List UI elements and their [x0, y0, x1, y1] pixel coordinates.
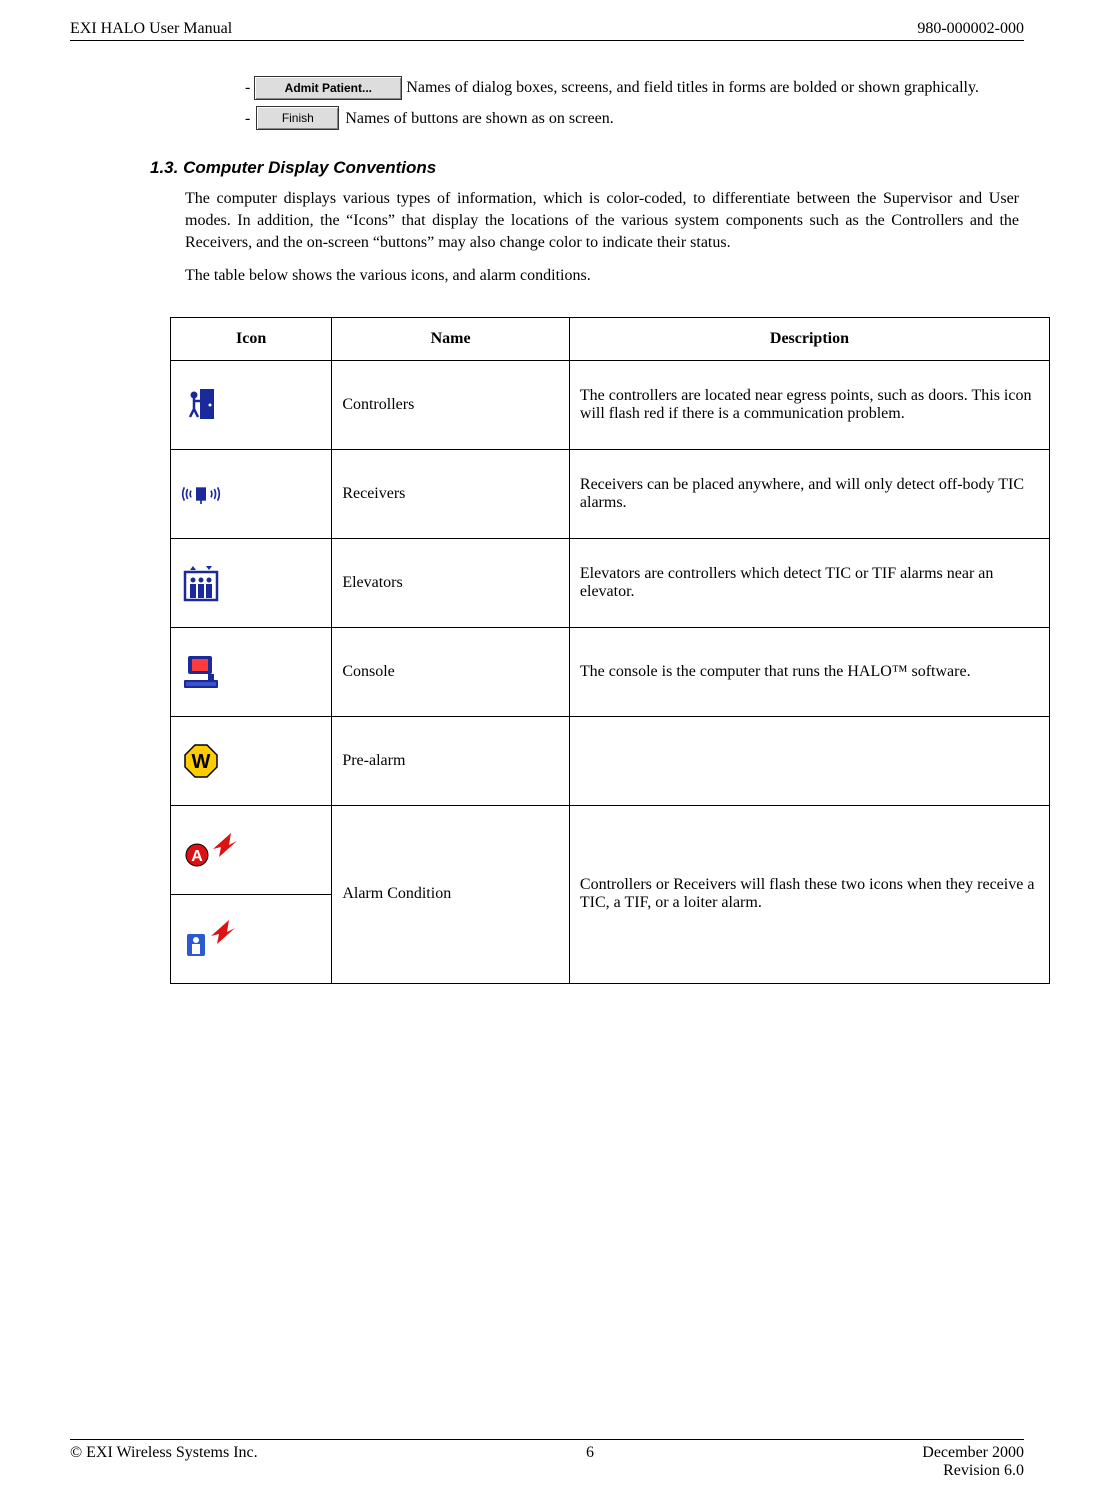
page-header: EXI HALO User Manual 980-000002-000 — [70, 20, 1024, 41]
svg-text:W: W — [192, 751, 211, 773]
header-right: 980-000002-000 — [917, 20, 1024, 38]
convention-line-1: - Admit Patient... Names of dialog boxes… — [245, 76, 1024, 100]
dash2: - — [245, 107, 250, 130]
convention-text-2: Names of buttons are shown as on screen. — [345, 107, 613, 130]
table-row: Elevators Elevators are controllers whic… — [171, 538, 1050, 627]
console-icon — [181, 652, 221, 692]
paragraph-1: The computer displays various types of i… — [185, 188, 1019, 253]
row-desc: Receivers can be placed anywhere, and wi… — [569, 449, 1049, 538]
finish-button-graphic: Finish — [256, 106, 339, 130]
th-icon: Icon — [171, 317, 332, 360]
admit-patient-button-graphic: Admit Patient... — [254, 76, 402, 100]
page-footer: © EXI Wireless Systems Inc. 6 December 2… — [70, 1439, 1024, 1480]
table-row: Receivers Receivers can be placed anywhe… — [171, 449, 1050, 538]
table-row: A Alarm Condition Controllers or Receive… — [171, 805, 1050, 894]
section-heading: 1.3. Computer Display Conventions — [150, 158, 1024, 178]
row-desc: The controllers are located near egress … — [569, 360, 1049, 449]
table-row: Console The console is the computer that… — [171, 627, 1050, 716]
convention-line-2: - Finish Names of buttons are shown as o… — [245, 106, 1024, 130]
alarm-person-icon — [181, 919, 241, 959]
table-row: W Pre-alarm — [171, 716, 1050, 805]
dash1: - — [245, 79, 250, 96]
icon-table: Icon Name Description Controllers — [170, 317, 1050, 984]
convention-text-1: Names of dialog boxes, screens, and fiel… — [406, 79, 979, 96]
row-name: Alarm Condition — [332, 805, 570, 983]
receiver-icon — [181, 474, 221, 514]
th-desc: Description — [569, 317, 1049, 360]
svg-text:A: A — [191, 848, 203, 865]
row-name: Receivers — [332, 449, 570, 538]
alarm-a-icon: A — [181, 830, 241, 870]
th-name: Name — [332, 317, 570, 360]
pre-alarm-icon: W — [181, 741, 221, 781]
elevator-icon — [181, 563, 221, 603]
row-name: Pre-alarm — [332, 716, 570, 805]
row-desc: Elevators are controllers which detect T… — [569, 538, 1049, 627]
row-name: Elevators — [332, 538, 570, 627]
controller-icon — [181, 385, 221, 425]
row-desc: Controllers or Receivers will flash thes… — [569, 805, 1049, 983]
row-name: Console — [332, 627, 570, 716]
row-desc — [569, 716, 1049, 805]
table-row: Controllers The controllers are located … — [171, 360, 1050, 449]
paragraph-2: The table below shows the various icons,… — [185, 265, 1019, 287]
footer-page-number: 6 — [586, 1444, 594, 1480]
row-desc: The console is the computer that runs th… — [569, 627, 1049, 716]
footer-right: December 2000 Revision 6.0 — [922, 1444, 1024, 1480]
row-name: Controllers — [332, 360, 570, 449]
footer-left: © EXI Wireless Systems Inc. — [70, 1444, 258, 1480]
header-left: EXI HALO User Manual — [70, 20, 232, 38]
